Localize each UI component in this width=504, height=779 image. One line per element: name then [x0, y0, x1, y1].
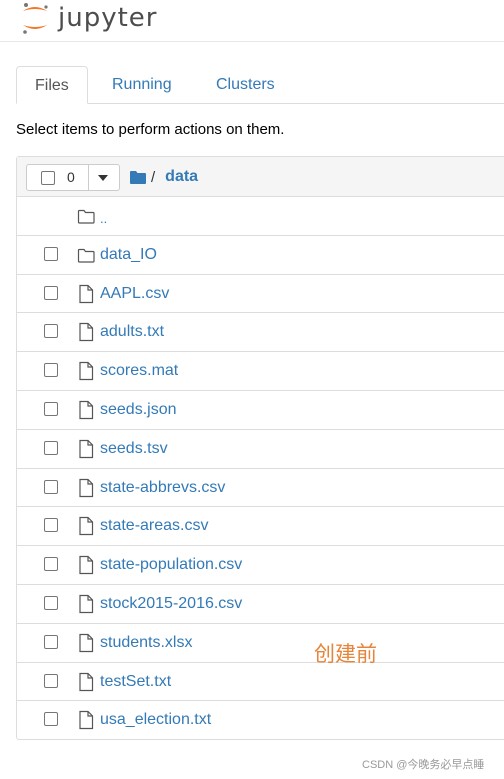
tab-bar: Files Running Clusters	[16, 66, 504, 104]
file-icon	[77, 516, 95, 536]
item-name-link[interactable]: state-population.csv	[100, 556, 242, 574]
item-name-link[interactable]: adults.txt	[100, 323, 164, 341]
folder-icon	[77, 245, 95, 265]
watermark: CSDN @今晚务必早点睡	[362, 759, 485, 771]
file-row[interactable]: testSet.txt	[17, 663, 504, 702]
file-icon	[77, 555, 95, 575]
breadcrumb-current[interactable]: data	[165, 168, 198, 186]
file-icon	[77, 322, 95, 342]
file-icon	[77, 284, 95, 304]
item-name-link[interactable]: stock2015-2016.csv	[100, 595, 242, 613]
tab-running[interactable]: Running	[94, 66, 190, 104]
folder-row[interactable]: data_IO	[17, 236, 504, 275]
row-checkbox[interactable]	[44, 596, 58, 610]
select-divider	[88, 165, 89, 190]
folder-icon	[77, 206, 95, 226]
breadcrumb: / data	[130, 166, 198, 188]
header-bar: jupyter	[0, 0, 504, 42]
file-list-header: 0 / data	[17, 157, 504, 197]
item-name-link[interactable]: ..	[100, 211, 107, 226]
instructions-text: Select items to perform actions on them.	[16, 121, 285, 138]
logo-text: jupyter	[58, 3, 158, 33]
file-row[interactable]: state-areas.csv	[17, 507, 504, 547]
row-checkbox[interactable]	[44, 324, 58, 339]
row-checkbox[interactable]	[44, 246, 58, 261]
row-checkbox[interactable]	[44, 518, 58, 533]
file-row[interactable]: state-population.csv	[17, 546, 504, 585]
item-name-link[interactable]: students.xlsx	[100, 634, 192, 652]
file-icon	[77, 361, 95, 381]
file-icon	[77, 633, 95, 653]
jupyter-logo[interactable]: jupyter	[20, 0, 157, 36]
file-row[interactable]: usa_election.txt	[17, 701, 504, 740]
file-row[interactable]: scores.mat	[17, 352, 504, 391]
row-checkbox[interactable]	[44, 363, 58, 378]
row-checkbox[interactable]	[44, 557, 58, 572]
file-icon	[77, 478, 95, 498]
file-icon	[77, 710, 95, 730]
item-name-link[interactable]: AAPL.csv	[100, 285, 169, 303]
file-row[interactable]: seeds.tsv	[17, 430, 504, 469]
item-name-link[interactable]: seeds.json	[100, 401, 177, 419]
select-all-group: 0	[26, 164, 120, 191]
select-all-checkbox[interactable]	[41, 171, 55, 185]
file-row[interactable]: state-abbrevs.csv	[17, 469, 504, 508]
row-checkbox[interactable]	[44, 479, 58, 494]
breadcrumb-separator: /	[151, 168, 156, 186]
file-icon	[77, 439, 95, 459]
row-checkbox[interactable]	[44, 285, 58, 300]
row-checkbox[interactable]	[44, 634, 58, 649]
file-row[interactable]: stock2015-2016.csv	[17, 585, 504, 624]
file-row[interactable]: adults.txt	[17, 313, 504, 353]
folder-icon[interactable]	[130, 170, 146, 184]
row-checkbox[interactable]	[44, 673, 58, 688]
file-row[interactable]: seeds.json	[17, 391, 504, 430]
selected-count: 0	[67, 169, 75, 185]
row-checkbox[interactable]	[44, 440, 58, 455]
file-row[interactable]: AAPL.csv	[17, 275, 504, 314]
item-name-link[interactable]: data_IO	[100, 246, 157, 264]
folder-row[interactable]: ..	[17, 197, 504, 236]
item-name-link[interactable]: seeds.tsv	[100, 440, 168, 458]
item-name-link[interactable]: state-abbrevs.csv	[100, 479, 225, 497]
file-icon	[77, 594, 95, 614]
row-checkbox[interactable]	[44, 712, 58, 727]
file-row[interactable]: students.xlsx	[17, 624, 504, 663]
item-name-link[interactable]: scores.mat	[100, 362, 178, 380]
file-icon	[77, 672, 95, 692]
file-icon	[77, 400, 95, 420]
item-name-link[interactable]: testSet.txt	[100, 673, 171, 691]
annotation-text: 创建前	[314, 642, 377, 666]
item-name-link[interactable]: state-areas.csv	[100, 517, 208, 535]
row-checkbox[interactable]	[44, 402, 58, 416]
file-list: 0 / data .. data_IO AAPL.csv adults.txt scor…	[16, 156, 504, 740]
item-name-link[interactable]: usa_election.txt	[100, 711, 211, 729]
tab-clusters[interactable]: Clusters	[198, 66, 293, 104]
chevron-down-icon[interactable]	[98, 175, 108, 181]
tab-files[interactable]: Files	[16, 66, 88, 104]
jupyter-logo-icon	[23, 3, 48, 34]
